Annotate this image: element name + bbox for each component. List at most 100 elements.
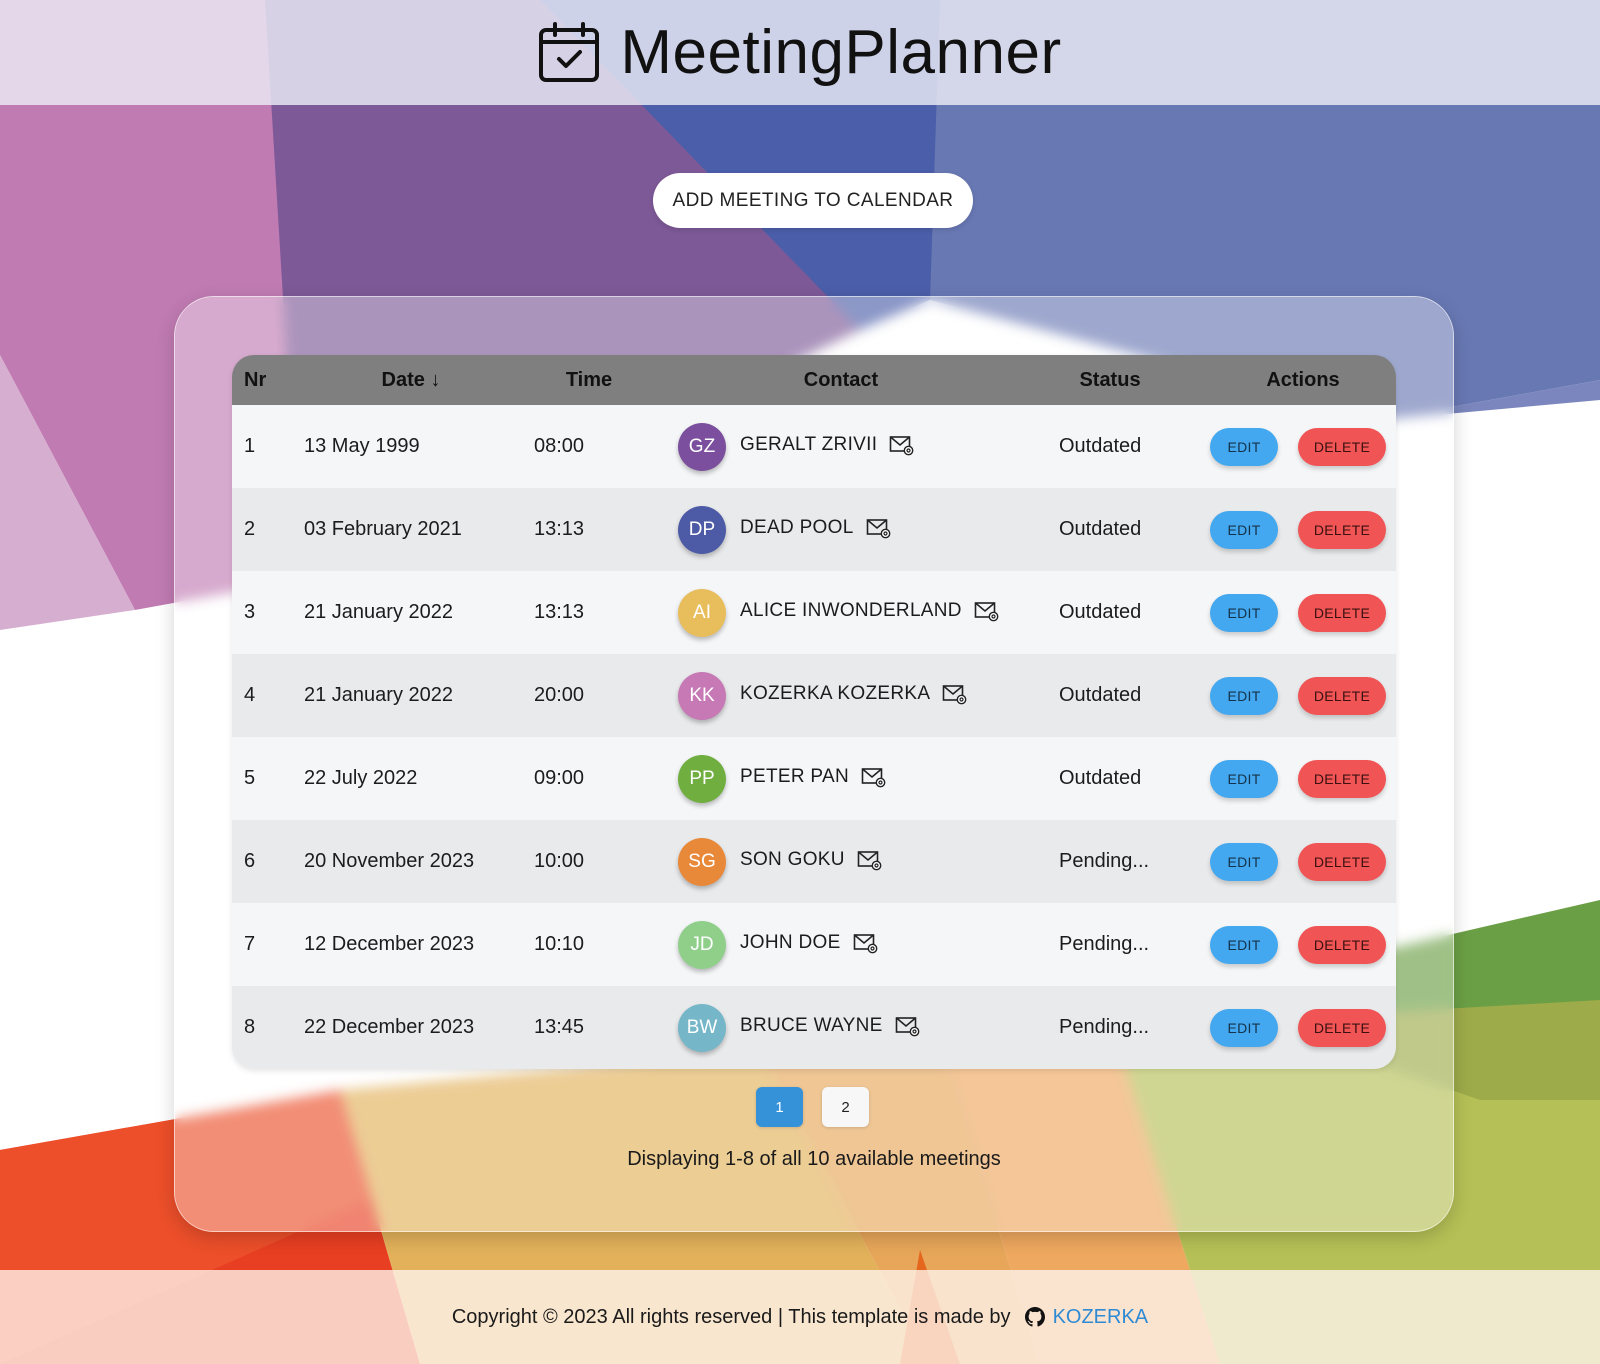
meeting-time: 13:45 (534, 1016, 585, 1038)
page-button[interactable]: 1 (756, 1087, 803, 1127)
meeting-time: 20:00 (534, 684, 585, 706)
contact-name: PETER PAN (740, 765, 849, 787)
contact-name: SON GOKU (740, 848, 845, 870)
contact-cell: AI ALICE INWONDERLAND (660, 571, 1022, 654)
table-header-row: Nr Date ↓ Time Contact Status Actions (232, 355, 1396, 405)
delete-button[interactable]: DELETE (1298, 925, 1386, 964)
table-row: 4 21 January 2022 20:00 KK KOZERKA KOZERKA Ou… (232, 654, 1396, 737)
page-button[interactable]: 2 (822, 1087, 869, 1127)
edit-button[interactable]: EDIT (1210, 510, 1278, 549)
mail-at-icon[interactable] (853, 930, 879, 960)
delete-button[interactable]: DELETE (1298, 1008, 1386, 1047)
actions-cell: EDIT DELETE (1198, 986, 1396, 1069)
actions-cell: EDIT DELETE (1198, 571, 1396, 654)
row-number: 1 (244, 435, 256, 457)
contact-cell: KK KOZERKA KOZERKA (660, 654, 1022, 737)
column-header-status: Status (1079, 368, 1141, 391)
column-header-time: Time (565, 368, 613, 391)
add-meeting-button[interactable]: ADD MEETING TO CALENDAR (653, 173, 973, 228)
meeting-time: 13:13 (534, 518, 585, 540)
contact-cell: DP DEAD POOL (660, 488, 1022, 571)
avatar: GZ (678, 422, 726, 471)
column-header-nr: Nr (244, 368, 267, 391)
status-text: Pending... (1059, 850, 1150, 872)
footer: Copyright © 2023 All rights reserved | T… (0, 1270, 1600, 1364)
meeting-time: 08:00 (534, 435, 585, 457)
row-number: 5 (244, 767, 256, 789)
edit-button[interactable]: EDIT (1210, 925, 1278, 964)
meeting-date: 12 December 2023 (304, 933, 475, 955)
table-row: 2 03 February 2021 13:13 DP DEAD POOL Outdate… (232, 488, 1396, 571)
delete-button[interactable]: DELETE (1298, 593, 1386, 632)
edit-button[interactable]: EDIT (1210, 759, 1278, 798)
avatar: KK (678, 671, 726, 720)
status-text: Outdated (1059, 518, 1142, 540)
avatar: DP (678, 505, 726, 554)
row-number: 6 (244, 850, 256, 872)
meeting-date: 22 December 2023 (304, 1016, 475, 1038)
table-row: 8 22 December 2023 13:45 BW BRUCE WAYNE Pendi… (232, 986, 1396, 1069)
avatar: SG (678, 837, 726, 886)
contact-cell: JD JOHN DOE (660, 903, 1022, 986)
meeting-time: 09:00 (534, 767, 585, 789)
edit-button[interactable]: EDIT (1210, 593, 1278, 632)
avatar: PP (678, 754, 726, 803)
footer-author-link[interactable]: KOZERKA (1053, 1306, 1149, 1329)
status-text: Outdated (1059, 601, 1142, 623)
meeting-date: 20 November 2023 (304, 850, 475, 872)
pagination: 12 (756, 1087, 869, 1127)
table-row: 5 22 July 2022 09:00 PP PETER PAN Outdated EDI… (232, 737, 1396, 820)
edit-button[interactable]: EDIT (1210, 842, 1278, 881)
edit-button[interactable]: EDIT (1210, 1008, 1278, 1047)
meeting-date: 22 July 2022 (304, 767, 418, 789)
contact-name: ALICE INWONDERLAND (740, 599, 962, 621)
edit-button[interactable]: EDIT (1210, 676, 1278, 715)
status-text: Outdated (1059, 767, 1142, 789)
contact-name: KOZERKA KOZERKA (740, 682, 931, 704)
column-header-contact: Contact (803, 368, 879, 391)
contact-name: BRUCE WAYNE (740, 1014, 883, 1036)
row-number: 8 (244, 1016, 256, 1038)
avatar: AI (678, 588, 726, 637)
contact-cell: GZ GERALT ZRIVII (660, 405, 1022, 488)
contact-name: JOHN DOE (740, 931, 841, 953)
mail-at-icon[interactable] (895, 1013, 921, 1043)
edit-button[interactable]: EDIT (1210, 427, 1278, 466)
calendar-check-icon (539, 21, 600, 82)
delete-button[interactable]: DELETE (1298, 759, 1386, 798)
row-number: 3 (244, 601, 256, 623)
table-row: 1 13 May 1999 08:00 GZ GERALT ZRIVII Outdated… (232, 405, 1396, 488)
column-header-actions: Actions (1266, 368, 1340, 391)
mail-at-icon[interactable] (974, 598, 1000, 628)
app-title: MeetingPlanner (620, 18, 1062, 87)
actions-cell: EDIT DELETE (1198, 820, 1396, 903)
status-text: Pending... (1059, 1016, 1150, 1038)
mail-at-icon[interactable] (866, 515, 892, 545)
delete-button[interactable]: DELETE (1298, 427, 1386, 466)
actions-cell: EDIT DELETE (1198, 903, 1396, 986)
mail-at-icon[interactable] (943, 681, 968, 711)
meeting-date: 13 May 1999 (304, 435, 420, 457)
table-row: 3 21 January 2022 13:13 AI ALICE INWONDERLAN… (232, 571, 1396, 654)
contact-cell: PP PETER PAN (660, 737, 1022, 820)
status-text: Outdated (1059, 435, 1142, 457)
actions-cell: EDIT DELETE (1198, 654, 1396, 737)
row-number: 2 (244, 518, 256, 540)
footer-copyright: Copyright © 2023 All rights reserved | T… (451, 1305, 1011, 1328)
mail-at-icon[interactable] (857, 847, 883, 877)
meeting-date: 21 January 2022 (304, 684, 454, 706)
meeting-time: 10:10 (534, 933, 585, 955)
column-header-date[interactable]: Date ↓ (304, 355, 518, 405)
avatar: JD (678, 920, 726, 969)
actions-cell: EDIT DELETE (1198, 737, 1396, 820)
brand[interactable]: MeetingPlanner (538, 17, 1061, 88)
page: MeetingPlanner ADD MEETING TO CALENDAR N… (0, 0, 1600, 1364)
row-number: 4 (244, 684, 256, 706)
delete-button[interactable]: DELETE (1298, 510, 1386, 549)
delete-button[interactable]: DELETE (1298, 842, 1386, 881)
meetings-table: Nr Date ↓ Time Contact Status Actions 11… (232, 355, 1396, 1069)
mail-at-icon[interactable] (861, 764, 887, 794)
meeting-time: 13:13 (534, 601, 585, 623)
delete-button[interactable]: DELETE (1298, 676, 1386, 715)
mail-at-icon[interactable] (889, 432, 915, 462)
